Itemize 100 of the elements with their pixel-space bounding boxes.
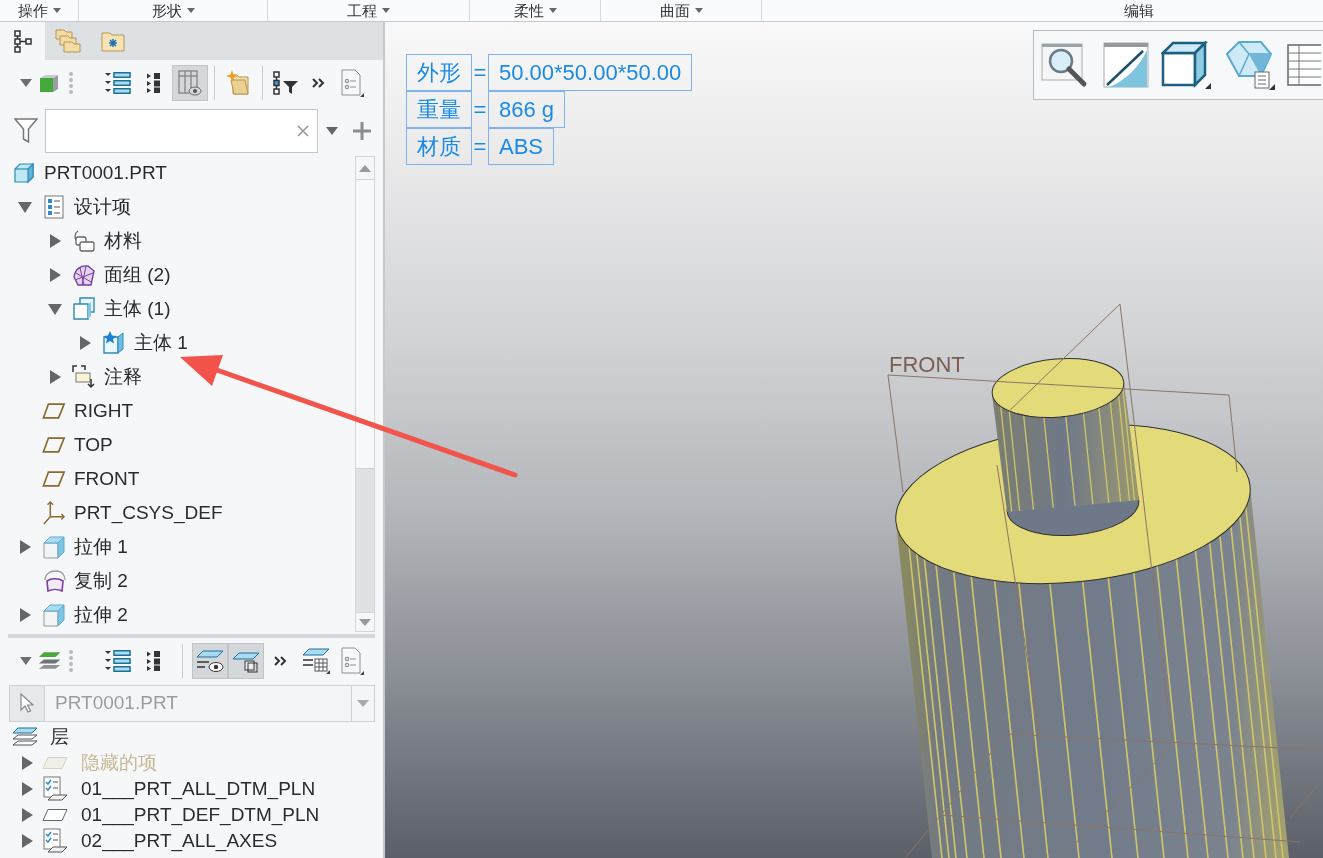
parameter-value: 50.00*50.00*50.00 (488, 54, 693, 91)
checklist-icon (42, 776, 68, 802)
layer-isolate-button[interactable] (228, 643, 264, 679)
list-collapse-icon (147, 73, 161, 93)
star-cube-icon (102, 331, 126, 355)
caret-right-icon[interactable] (21, 782, 33, 796)
tree-item[interactable]: 设计项 (74, 194, 131, 220)
layer-item[interactable]: 01___PRT_DEF_DTM_PLN (81, 804, 320, 826)
caret-down-icon[interactable] (694, 8, 703, 13)
axes-icon (42, 500, 66, 526)
parameter-value: 866 g (488, 91, 566, 128)
ribbon-group-label[interactable]: 曲面 (659, 1, 690, 20)
tree-item[interactable]: 面组 (2) (104, 262, 171, 288)
caret-right-icon[interactable] (19, 608, 31, 622)
model-tree-tab[interactable] (0, 22, 45, 60)
cube-list-icon[interactable] (1223, 40, 1275, 90)
ribbon-group-label[interactable]: 形状 (151, 1, 182, 20)
tree-item[interactable]: 材料 (104, 228, 142, 254)
caret-down-icon[interactable] (186, 8, 195, 13)
tree-item[interactable]: RIGHT (74, 400, 134, 422)
layer-item[interactable]: 02___PRT_ALL_AXES (81, 830, 278, 852)
folder-sparkle-icon (226, 70, 250, 96)
pointer-icon (20, 693, 34, 713)
tree-item[interactable]: 拉伸 1 (74, 534, 128, 560)
linked-shapes-icon (72, 229, 96, 253)
curved-surface-icon (42, 570, 66, 592)
parameter-name: 材质 (406, 128, 472, 165)
layer-eye-icon (196, 649, 224, 673)
add-icon[interactable] (353, 122, 371, 140)
checklist-icon (42, 828, 68, 854)
scrollbar[interactable] (355, 156, 375, 632)
tree-item[interactable]: PRT_CSYS_DEF (74, 502, 223, 524)
list-expand-icon (105, 72, 131, 94)
clear-icon[interactable] (297, 125, 309, 137)
scroll-thumb[interactable] (356, 180, 374, 469)
caret-right-icon[interactable] (21, 808, 33, 822)
tree-nodes-icon (13, 29, 32, 53)
annotation-frame-icon (72, 365, 96, 389)
caret-right-icon[interactable] (49, 268, 61, 282)
caret-right-icon[interactable] (49, 370, 61, 384)
dropdown-value: PRT0001.PRT (54, 691, 179, 715)
equals-sign: = (472, 58, 488, 87)
caret-down-icon[interactable] (548, 8, 557, 13)
caret-down-icon (357, 699, 369, 707)
caret-down-icon[interactable] (326, 127, 338, 135)
ribbon-group-label[interactable]: 操作 (17, 1, 48, 20)
tree-item[interactable]: 主体 (1) (104, 296, 171, 322)
stacked-cubes-icon (72, 297, 96, 321)
tree-item[interactable]: 注释 (104, 364, 142, 390)
caret-down-icon[interactable] (359, 618, 371, 626)
cube-icon (42, 535, 66, 559)
document-list-icon (340, 647, 364, 675)
datum-label: FRONT (889, 352, 965, 378)
slope-tile-icon[interactable] (1103, 42, 1149, 88)
cube-icon (38, 72, 60, 94)
table-eye-icon (178, 70, 202, 96)
plane-icon (42, 436, 66, 454)
layer-table-icon (302, 648, 330, 674)
double-chevron-icon (312, 78, 326, 88)
ribbon-group-label[interactable]: 工程 (347, 1, 377, 20)
ribbon-group-label[interactable]: 编辑 (1124, 1, 1154, 20)
caret-right-icon[interactable] (21, 834, 33, 848)
layer-item[interactable]: 01___PRT_ALL_DTM_PLN (81, 778, 316, 800)
caret-down-icon[interactable] (382, 8, 390, 13)
ribbon-group-label[interactable]: 柔性 (513, 1, 544, 20)
parameter-value: ABS (488, 128, 555, 165)
grip-icon[interactable] (68, 649, 74, 673)
tree-item[interactable]: 复制 2 (74, 568, 128, 594)
tree-filter-icon (273, 71, 299, 95)
plane-icon (42, 808, 68, 822)
tree-item[interactable]: FRONT (74, 468, 140, 490)
caret-right-icon[interactable] (49, 234, 61, 248)
grip-icon[interactable] (68, 71, 74, 95)
layers-icon (12, 725, 38, 749)
caret-down-icon[interactable] (18, 201, 32, 213)
caret-down-icon[interactable] (52, 8, 61, 13)
filter-icon[interactable] (14, 118, 38, 144)
equals-sign: = (472, 95, 488, 124)
layer-tree-header: 层 (50, 725, 69, 749)
graphics-window[interactable]: FRONT 外形 = 50.00*50.00*50.00 重量 = 866 g 材质 = ABS (385, 22, 1323, 858)
table-icon[interactable] (1287, 43, 1321, 87)
caret-right-icon[interactable] (19, 540, 31, 554)
tree-item[interactable]: PRT0001.PRT (44, 162, 167, 184)
faded-plane-icon (42, 756, 68, 770)
layer-box-icon (232, 649, 260, 673)
tree-item[interactable]: 主体 1 (134, 330, 188, 356)
tree-item[interactable]: TOP (74, 434, 113, 456)
document-list-icon (340, 69, 364, 97)
search-field[interactable] (45, 109, 318, 153)
tree-item[interactable]: 拉伸 2 (74, 602, 128, 628)
list-icon (44, 195, 64, 219)
caret-up-icon[interactable] (359, 164, 371, 172)
equals-sign: = (472, 132, 488, 161)
layer-visibility-button[interactable] (192, 643, 228, 679)
cube-icon[interactable] (1161, 41, 1211, 89)
caret-right-icon[interactable] (79, 336, 91, 350)
caret-down-icon[interactable] (48, 303, 62, 315)
double-chevron-icon (274, 656, 288, 666)
stacked-folders-icon (54, 29, 81, 53)
caret-right-icon[interactable] (21, 756, 33, 770)
